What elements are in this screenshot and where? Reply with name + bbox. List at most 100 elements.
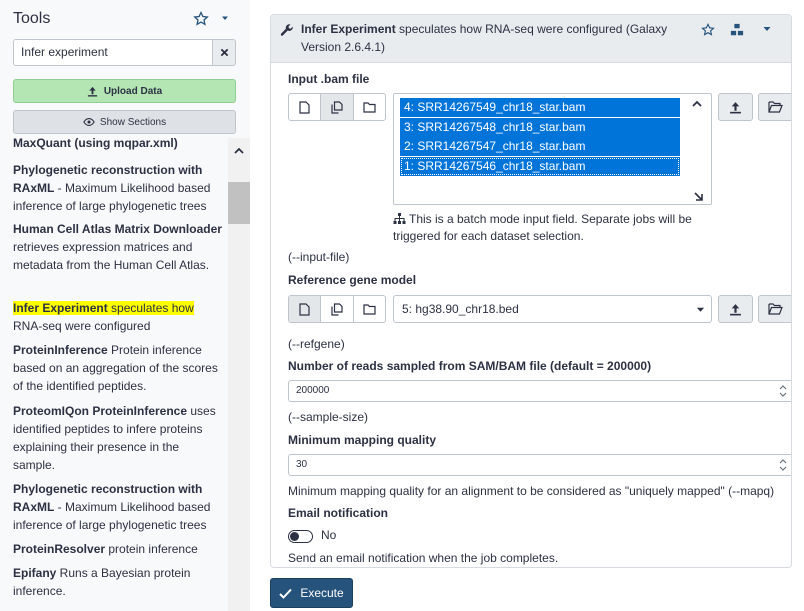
- input-file-arg: (--input-file): [288, 250, 350, 264]
- upload-dataset-button[interactable]: [718, 93, 753, 121]
- favorites-star-icon[interactable]: [193, 11, 209, 27]
- center-panel: Infer Experiment speculates how RNA-seq …: [262, 0, 804, 611]
- upload-dataset-button[interactable]: [718, 295, 753, 323]
- search-clear-button[interactable]: [212, 39, 236, 66]
- multiple-datasets-button[interactable]: [321, 296, 354, 322]
- browse-datasets-button[interactable]: [758, 295, 791, 323]
- show-sections-label: Show Sections: [99, 116, 167, 128]
- tool-panel: Tools Infer experiment Upload Data Show …: [0, 0, 250, 611]
- eye-icon: [83, 118, 95, 126]
- multiple-datasets-button[interactable]: [321, 94, 354, 120]
- favorite-star-icon[interactable]: [701, 23, 715, 37]
- tool-name: MaxQuant (using mqpar.xml): [13, 138, 178, 150]
- tool-name: Infer Experiment: [13, 301, 108, 315]
- upload-icon: [730, 303, 741, 315]
- show-sections-button[interactable]: Show Sections: [13, 110, 236, 134]
- resize-handle-icon[interactable]: [693, 190, 705, 202]
- toggle-knob: [290, 532, 299, 541]
- folder-icon: [363, 303, 376, 315]
- caret-down-icon[interactable]: [219, 12, 231, 24]
- execute-label: Execute: [300, 586, 344, 600]
- batch-mode-text: This is a batch mode input field. Separa…: [393, 212, 692, 243]
- tool-item-infer-experiment[interactable]: Infer Experiment speculates how RNA-seq …: [13, 299, 223, 335]
- tool-item[interactable]: Epifany Runs a Bayesian protein inferenc…: [13, 564, 223, 600]
- check-icon: [279, 588, 293, 599]
- file-icon: [299, 302, 310, 316]
- dataset-collection-button[interactable]: [354, 296, 385, 322]
- folder-icon: [363, 101, 376, 113]
- sample-size-value: 200000: [296, 385, 330, 396]
- sample-size-arg: (--sample-size): [288, 410, 369, 424]
- sample-size-label: Number of reads sampled from SAM/BAM fil…: [288, 359, 652, 373]
- input-bam-multiselect[interactable]: 4: SRR14267549_chr18_star.bam 3: SRR1426…: [393, 93, 712, 205]
- tool-form-header: Infer Experiment speculates how RNA-seq …: [271, 15, 791, 63]
- tool-list-scrollbar[interactable]: [228, 138, 250, 611]
- dataset-option[interactable]: 1: SRR14267546_chr18_star.bam: [400, 157, 680, 176]
- mapq-help: Minimum mapping quality for an alignment…: [288, 484, 775, 498]
- dataset-collection-button[interactable]: [354, 94, 385, 120]
- tool-name: Epifany: [13, 566, 57, 580]
- refgene-mode-toggle: [288, 295, 386, 323]
- sample-size-input[interactable]: 200000: [288, 380, 791, 402]
- chevron-up-icon[interactable]: [691, 98, 703, 110]
- upload-data-label: Upload Data: [103, 85, 163, 97]
- upload-icon: [87, 86, 97, 97]
- tool-description-highlight: speculates how: [107, 301, 194, 315]
- single-dataset-button[interactable]: [289, 296, 322, 322]
- tool-item[interactable]: ProteinResolver protein inference: [13, 540, 223, 558]
- files-icon: [331, 302, 343, 316]
- dataset-option[interactable]: 2: SRR14267547_chr18_star.bam: [400, 137, 680, 156]
- tool-name: ProteinResolver: [13, 542, 106, 556]
- refgene-label: Reference gene model: [288, 273, 417, 287]
- upload-icon: [730, 101, 741, 113]
- caret-down-icon: [696, 307, 705, 312]
- email-notification-label: Email notification: [288, 506, 389, 520]
- input-bam-label: Input .bam file: [288, 72, 370, 86]
- email-notification-help: Send an email notification when the job …: [288, 551, 559, 565]
- tool-description: retrieves expression matrices and metada…: [13, 240, 210, 272]
- folder-open-icon: [768, 303, 783, 315]
- tool-description: RNA-seq were configured: [13, 319, 151, 333]
- mapq-value: 30: [296, 459, 308, 470]
- single-dataset-button[interactable]: [289, 94, 322, 120]
- execute-button[interactable]: Execute: [270, 578, 353, 608]
- scrollbar-thumb[interactable]: [228, 182, 250, 224]
- tool-description: protein inference: [105, 542, 198, 556]
- refgene-arg: (--refgene): [288, 337, 345, 351]
- browse-datasets-button[interactable]: [758, 93, 791, 121]
- spinner-arrows-icon[interactable]: [778, 383, 788, 399]
- tool-item[interactable]: ProteinInference Protein inference based…: [13, 341, 223, 395]
- tool-item[interactable]: Phylogenetic reconstruction with RAxML -…: [13, 161, 223, 215]
- tool-search: Infer experiment: [13, 39, 236, 66]
- spinner-arrows-icon[interactable]: [778, 457, 788, 473]
- mapq-label: Minimum mapping quality: [288, 433, 437, 447]
- tool-name: Human Cell Atlas Matrix Downloader: [13, 222, 222, 236]
- tool-search-input[interactable]: Infer experiment: [13, 39, 212, 66]
- mapq-input[interactable]: 30: [288, 454, 791, 476]
- tool-item[interactable]: ProteomIQon ProteinInference uses identi…: [13, 402, 223, 474]
- email-notification-toggle[interactable]: [288, 530, 313, 543]
- tool-item[interactable]: MaxQuant (using mqpar.xml): [13, 138, 223, 152]
- tool-panel-title: Tools: [13, 10, 51, 27]
- cubes-icon[interactable]: [730, 23, 744, 37]
- caret-down-icon[interactable]: [762, 24, 772, 34]
- tool-name: ProteomIQon ProteinInference: [13, 404, 188, 418]
- upload-data-button[interactable]: Upload Data: [13, 79, 236, 103]
- dataset-option[interactable]: 3: SRR14267548_chr18_star.bam: [400, 118, 680, 137]
- dataset-option[interactable]: 4: SRR14267549_chr18_star.bam: [400, 98, 680, 117]
- tool-list: MaxQuant (using mqpar.xml) Phylogenetic …: [0, 138, 227, 611]
- sitemap-icon: [393, 213, 406, 224]
- close-icon: [220, 48, 228, 57]
- refgene-selected-value: 5: hg38.90_chr18.bed: [402, 302, 519, 316]
- tool-form: Infer Experiment speculates how RNA-seq …: [270, 14, 792, 568]
- tool-item[interactable]: Human Cell Atlas Matrix Downloader retri…: [13, 220, 223, 274]
- tool-title-name: Infer Experiment: [301, 22, 396, 36]
- chevron-up-icon[interactable]: [233, 145, 245, 157]
- folder-open-icon: [768, 101, 783, 113]
- input-mode-toggle: [288, 93, 386, 121]
- files-icon: [331, 100, 343, 114]
- tool-name: ProteinInference: [13, 343, 108, 357]
- refgene-select[interactable]: 5: hg38.90_chr18.bed: [393, 295, 712, 323]
- email-notification-value: No: [321, 528, 337, 542]
- tool-item[interactable]: Phylogenetic reconstruction with RAxML -…: [13, 480, 223, 534]
